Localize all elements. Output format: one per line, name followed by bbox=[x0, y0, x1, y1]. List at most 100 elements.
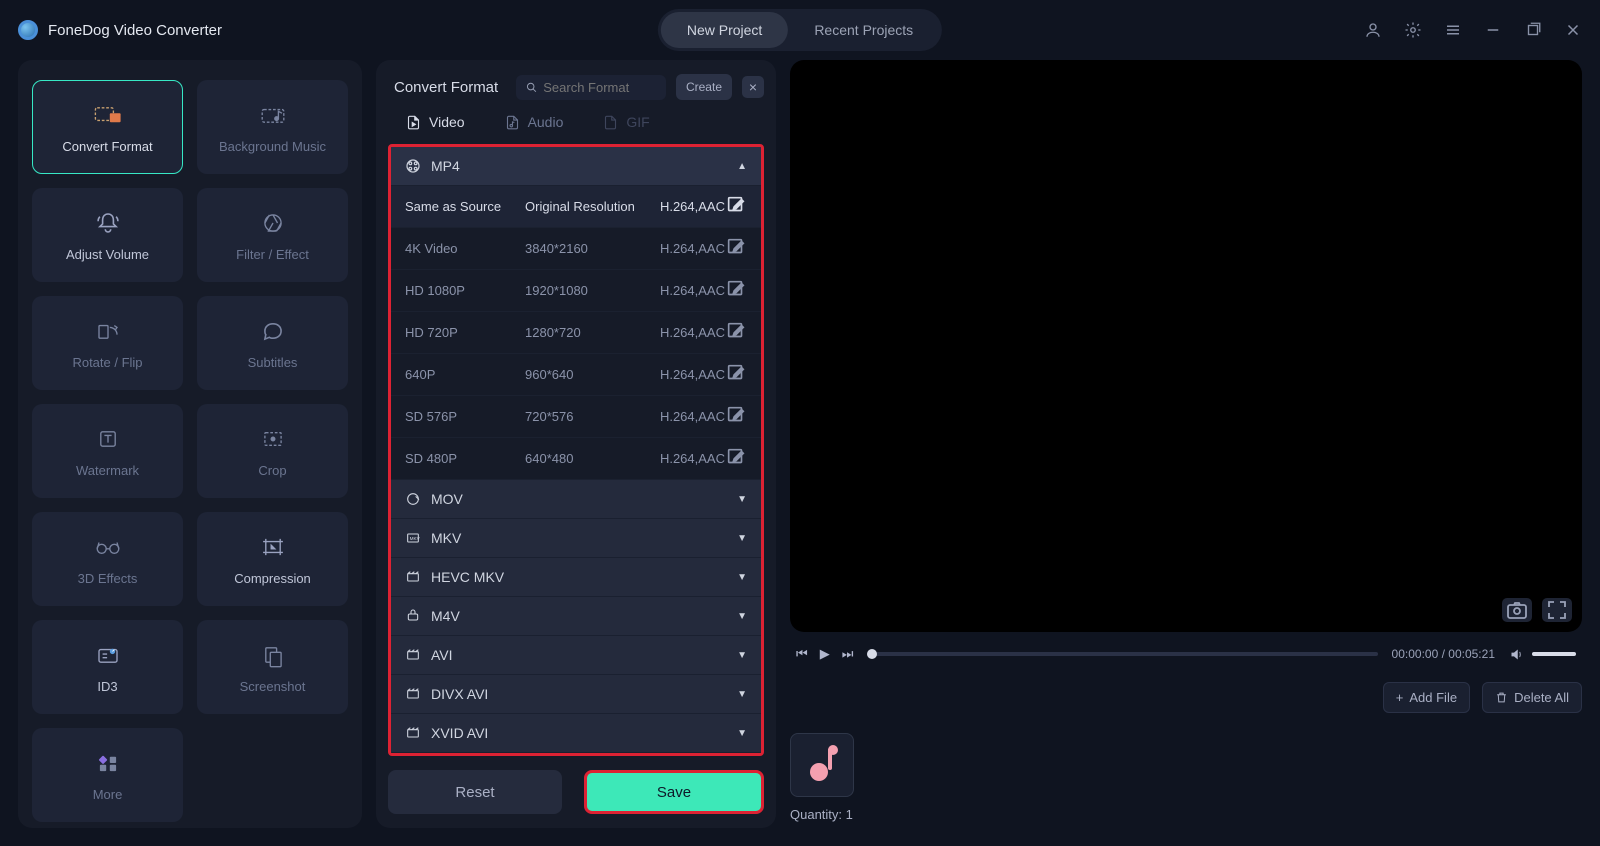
close-icon[interactable] bbox=[1564, 21, 1582, 39]
edit-option-icon[interactable] bbox=[725, 194, 747, 219]
sidebar-item-crop[interactable]: Crop bbox=[197, 404, 348, 498]
sidebar-label: ID3 bbox=[97, 679, 117, 694]
sidebar-item-more[interactable]: More bbox=[32, 728, 183, 822]
sidebar-label: 3D Effects bbox=[78, 571, 138, 586]
edit-option-icon[interactable] bbox=[725, 236, 747, 261]
edit-option-icon[interactable] bbox=[725, 446, 747, 471]
chevron-down-icon: ▼ bbox=[737, 572, 747, 583]
volume-icon[interactable] bbox=[1509, 647, 1524, 662]
format-header-mp4[interactable]: MP4▲ bbox=[391, 147, 761, 186]
format-tabs: Video Audio GIF bbox=[388, 114, 764, 144]
minimize-icon[interactable] bbox=[1484, 21, 1502, 39]
tab-video[interactable]: Video bbox=[406, 114, 465, 130]
create-button[interactable]: Create bbox=[676, 74, 732, 100]
format-option-row[interactable]: HD 720P1280*720H.264,AAC bbox=[391, 312, 761, 354]
panel-actions: Reset Save bbox=[388, 756, 764, 814]
volume-control bbox=[1509, 647, 1576, 662]
format-header-hevc-mkv[interactable]: HEVC MKV▼ bbox=[391, 558, 761, 597]
format-type-icon bbox=[405, 647, 421, 663]
sidebar-item-compression[interactable]: Compression bbox=[197, 512, 348, 606]
option-name: 640P bbox=[405, 367, 525, 382]
chevron-down-icon: ▼ bbox=[737, 533, 747, 544]
format-option-row[interactable]: SD 480P640*480H.264,AAC bbox=[391, 438, 761, 480]
format-type-icon: MKV bbox=[405, 530, 421, 546]
tab-audio[interactable]: Audio bbox=[505, 114, 564, 130]
format-header-avi[interactable]: AVI ▼ bbox=[391, 636, 761, 675]
format-option-row[interactable]: 4K Video3840*2160H.264,AAC bbox=[391, 228, 761, 270]
sidebar-item-3d-effects[interactable]: 3D Effects bbox=[32, 512, 183, 606]
reset-button[interactable]: Reset bbox=[388, 770, 562, 814]
option-codec: H.264,AAC bbox=[647, 409, 725, 424]
prev-button[interactable]: ⏮ bbox=[796, 646, 808, 662]
trash-icon bbox=[1495, 691, 1508, 704]
sidebar-item-id3[interactable]: ID3 bbox=[32, 620, 183, 714]
search-icon bbox=[526, 81, 537, 94]
account-icon[interactable] bbox=[1364, 21, 1382, 39]
film-icon bbox=[405, 158, 421, 174]
playback-buttons: ⏮ ▶ ⏭ bbox=[796, 646, 853, 662]
sidebar-item-adjust-volume[interactable]: Adjust Volume bbox=[32, 188, 183, 282]
music-icon bbox=[255, 101, 291, 129]
crop-icon bbox=[255, 425, 291, 453]
chevron-down-icon: ▼ bbox=[737, 650, 747, 661]
format-name: AVI bbox=[431, 647, 453, 663]
sidebar-item-screenshot[interactable]: Screenshot bbox=[197, 620, 348, 714]
time-display: 00:00:00 / 00:05:21 bbox=[1392, 647, 1495, 661]
format-option-row[interactable]: HD 1080P1920*1080H.264,AAC bbox=[391, 270, 761, 312]
edit-option-icon[interactable] bbox=[725, 404, 747, 429]
format-header-xvid-avi[interactable]: XVID AVI▼ bbox=[391, 714, 761, 753]
format-header-divx-avi[interactable]: DIVX AVI▼ bbox=[391, 675, 761, 714]
format-option-row[interactable]: Same as SourceOriginal ResolutionH.264,A… bbox=[391, 186, 761, 228]
add-file-button[interactable]: +Add File bbox=[1383, 682, 1470, 713]
snapshot-button[interactable] bbox=[1502, 598, 1532, 622]
queue-item[interactable]: Quantity: 1 bbox=[790, 733, 854, 822]
video-preview[interactable] bbox=[790, 60, 1582, 632]
id3-icon bbox=[90, 641, 126, 669]
sidebar-grid: Convert Format Background Music Adjust V… bbox=[32, 80, 348, 822]
timeline-slider[interactable] bbox=[867, 652, 1377, 656]
sidebar: Convert Format Background Music Adjust V… bbox=[18, 60, 362, 828]
edit-option-icon[interactable] bbox=[725, 278, 747, 303]
option-codec: H.264,AAC bbox=[647, 199, 725, 214]
format-option-row[interactable]: SD 576P720*576H.264,AAC bbox=[391, 396, 761, 438]
svg-text:MKV: MKV bbox=[410, 536, 421, 541]
close-panel-button[interactable]: × bbox=[742, 76, 764, 98]
play-button[interactable]: ▶ bbox=[820, 646, 830, 662]
sidebar-item-watermark[interactable]: Watermark bbox=[32, 404, 183, 498]
format-header-mkv[interactable]: MKVMKV▼ bbox=[391, 519, 761, 558]
format-type-icon bbox=[405, 491, 421, 507]
menu-icon[interactable] bbox=[1444, 21, 1462, 39]
sidebar-item-filter-effect[interactable]: Filter / Effect bbox=[197, 188, 348, 282]
convert-icon bbox=[90, 101, 126, 129]
screenshot-icon bbox=[255, 641, 291, 669]
search-input[interactable] bbox=[543, 80, 656, 95]
tab-gif[interactable]: GIF bbox=[603, 114, 649, 130]
file-thumbnail bbox=[790, 733, 854, 797]
delete-all-button[interactable]: Delete All bbox=[1482, 682, 1582, 713]
aperture-icon bbox=[255, 209, 291, 237]
tab-recent-projects[interactable]: Recent Projects bbox=[788, 12, 939, 48]
volume-slider[interactable] bbox=[1532, 652, 1576, 656]
format-header-mov[interactable]: MOV▼ bbox=[391, 480, 761, 519]
settings-icon[interactable] bbox=[1404, 21, 1422, 39]
option-name: Same as Source bbox=[405, 199, 525, 214]
format-option-row[interactable]: 640P960*640H.264,AAC bbox=[391, 354, 761, 396]
format-name: XVID AVI bbox=[431, 725, 488, 741]
more-icon bbox=[90, 749, 126, 777]
sidebar-item-convert-format[interactable]: Convert Format bbox=[32, 80, 183, 174]
fullscreen-button[interactable] bbox=[1542, 598, 1572, 622]
glasses-icon bbox=[90, 533, 126, 561]
format-header-m4v[interactable]: M4V▼ bbox=[391, 597, 761, 636]
tab-new-project[interactable]: New Project bbox=[661, 12, 788, 48]
next-button[interactable]: ⏭ bbox=[842, 646, 854, 662]
sidebar-item-background-music[interactable]: Background Music bbox=[197, 80, 348, 174]
option-name: 4K Video bbox=[405, 241, 525, 256]
option-resolution: 960*640 bbox=[525, 367, 647, 382]
edit-option-icon[interactable] bbox=[725, 362, 747, 387]
sidebar-item-rotate-flip[interactable]: Rotate / Flip bbox=[32, 296, 183, 390]
timeline-thumb[interactable] bbox=[867, 649, 877, 659]
sidebar-item-subtitles[interactable]: Subtitles bbox=[197, 296, 348, 390]
maximize-icon[interactable] bbox=[1524, 21, 1542, 39]
save-button[interactable]: Save bbox=[584, 770, 764, 814]
edit-option-icon[interactable] bbox=[725, 320, 747, 345]
